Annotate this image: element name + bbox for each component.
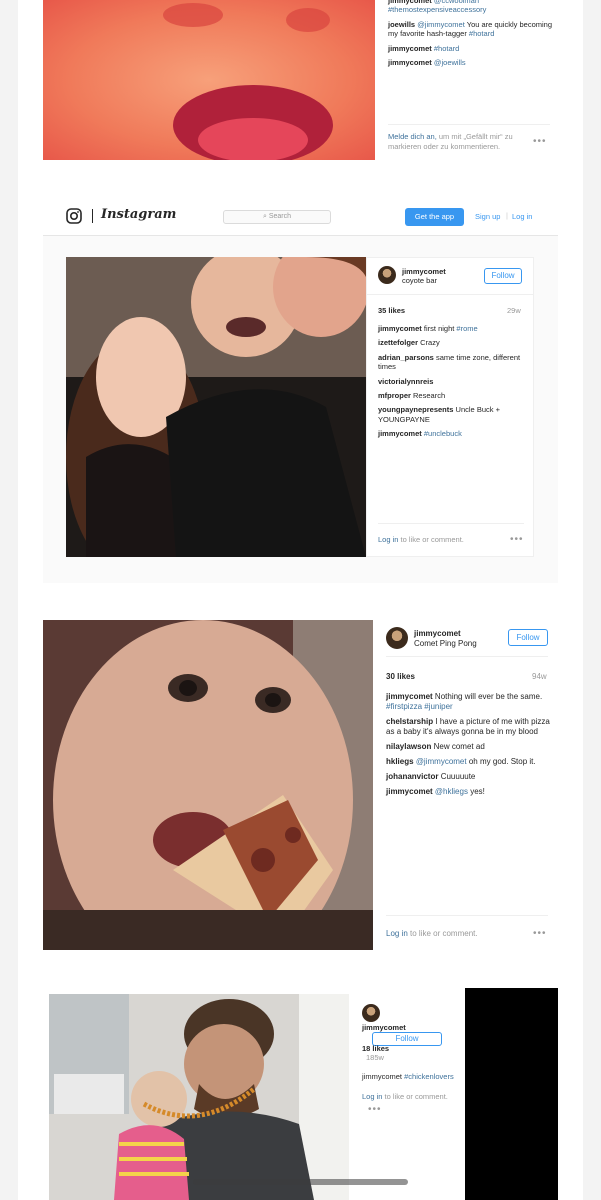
- post3-timestamp[interactable]: 94w: [532, 672, 547, 681]
- post3-login-prompt[interactable]: Log in to like or comment.: [386, 929, 478, 938]
- instagram-logo-icon: [66, 208, 82, 224]
- post3-avatar[interactable]: [386, 627, 408, 649]
- divider: [386, 656, 548, 657]
- post2-follow-button[interactable]: Follow: [484, 268, 522, 284]
- embed-header: Instagram ⌕ Search Get the app Sign up |…: [43, 200, 558, 236]
- post4-timestamp[interactable]: 185w: [366, 1053, 384, 1062]
- header-separator: |: [506, 211, 508, 220]
- login-link[interactable]: Log in: [362, 1092, 382, 1101]
- post3-more-options-icon[interactable]: •••: [533, 928, 547, 939]
- post3-likes[interactable]: 30 likes: [386, 672, 415, 681]
- post1-more-options-icon[interactable]: •••: [533, 136, 547, 147]
- post2-login-prompt[interactable]: Log in to like or comment.: [378, 535, 464, 544]
- comment: victorialynnreis: [378, 376, 434, 386]
- post1-comments: jimmycomet @ccwoolman #themostexpensivea…: [388, 0, 553, 72]
- home-indicator[interactable]: [193, 1179, 408, 1185]
- post4-login-prompt[interactable]: Log in to like or comment.: [362, 1092, 448, 1101]
- comment: nilaylawson New comet ad: [386, 742, 485, 751]
- divider: [367, 294, 533, 295]
- post4-avatar[interactable]: [362, 1004, 380, 1022]
- comment: jimmycomet first night #rome: [378, 324, 478, 333]
- comment: chelstarship I have a picture of me with…: [386, 717, 550, 736]
- post2-location[interactable]: coyote bar: [402, 276, 437, 285]
- post3-comments: jimmycomet Nothing will ever be the same…: [386, 692, 550, 802]
- post3-location[interactable]: Comet Ping Pong: [414, 639, 477, 648]
- comment: adrian_parsons same time zone, different…: [378, 352, 521, 372]
- search-icon: ⌕: [262, 213, 267, 220]
- login-link[interactable]: Log in: [378, 535, 398, 544]
- comment: jimmycomet @ccwoolman #themostexpensivea…: [388, 0, 487, 15]
- post2-avatar[interactable]: [378, 266, 396, 284]
- post3-photo-baby-pizza[interactable]: [43, 620, 373, 950]
- post4-more-options-icon[interactable]: •••: [368, 1104, 382, 1115]
- comment: jimmycomet @hkliegs yes!: [386, 787, 485, 796]
- post2-more-options-icon[interactable]: •••: [510, 534, 524, 545]
- post2-timestamp[interactable]: 29w: [507, 306, 521, 315]
- post2-likes[interactable]: 35 likes: [378, 306, 405, 315]
- divider: [388, 124, 550, 125]
- post3-follow-button[interactable]: Follow: [508, 629, 548, 646]
- comment: johananvictor Cuuuuute: [386, 772, 476, 781]
- comment: hkliegs @jimmycomet oh my god. Stop it.: [386, 757, 536, 766]
- post1-login-prompt[interactable]: Melde dich an, um mit „Gefällt mir“ zu m…: [388, 132, 533, 152]
- comment: izettefolger Crazy: [378, 338, 440, 348]
- black-overlay-panel: [465, 988, 558, 1200]
- post4-comments: jimmycomet #chickenlovers: [362, 1072, 462, 1086]
- logo-separator: [92, 209, 93, 223]
- post4-username[interactable]: jimmycomet: [362, 1023, 406, 1032]
- get-app-button[interactable]: Get the app: [405, 208, 464, 226]
- post2-username[interactable]: jimmycomet: [402, 267, 446, 276]
- post2-comments: jimmycomet first night #rome izettefolge…: [378, 324, 524, 443]
- post4-photo-father-baby[interactable]: [49, 994, 349, 1200]
- post4-likes[interactable]: 18 likes: [362, 1044, 389, 1053]
- comment: jimmycomet Nothing will ever be the same…: [386, 692, 543, 711]
- comment: youngpaynepresents Uncle Buck + YOUNGPAY…: [378, 405, 500, 424]
- search-box[interactable]: ⌕ Search: [223, 210, 331, 224]
- comment: jimmycomet #hotard: [388, 43, 460, 53]
- comment: joewills @jimmycomet You are quickly bec…: [388, 19, 553, 39]
- divider: [378, 523, 524, 524]
- comment: mfproper Research: [378, 390, 446, 400]
- comment: jimmycomet @joewills: [388, 57, 466, 67]
- header-login-link[interactable]: Log in: [512, 212, 532, 221]
- post2-photo-group[interactable]: [66, 257, 366, 557]
- divider: [386, 915, 548, 916]
- post1-photo-mouth[interactable]: [43, 0, 375, 160]
- post3-username[interactable]: jimmycomet: [414, 629, 461, 638]
- instagram-wordmark[interactable]: Instagram: [101, 207, 176, 222]
- login-link[interactable]: Log in: [386, 929, 408, 938]
- signup-link[interactable]: Sign up: [475, 212, 500, 221]
- comment: jimmycomet #chickenlovers: [362, 1072, 454, 1081]
- comment: jimmycomet #unclebuck: [378, 429, 462, 438]
- login-link[interactable]: Melde dich an,: [388, 132, 437, 141]
